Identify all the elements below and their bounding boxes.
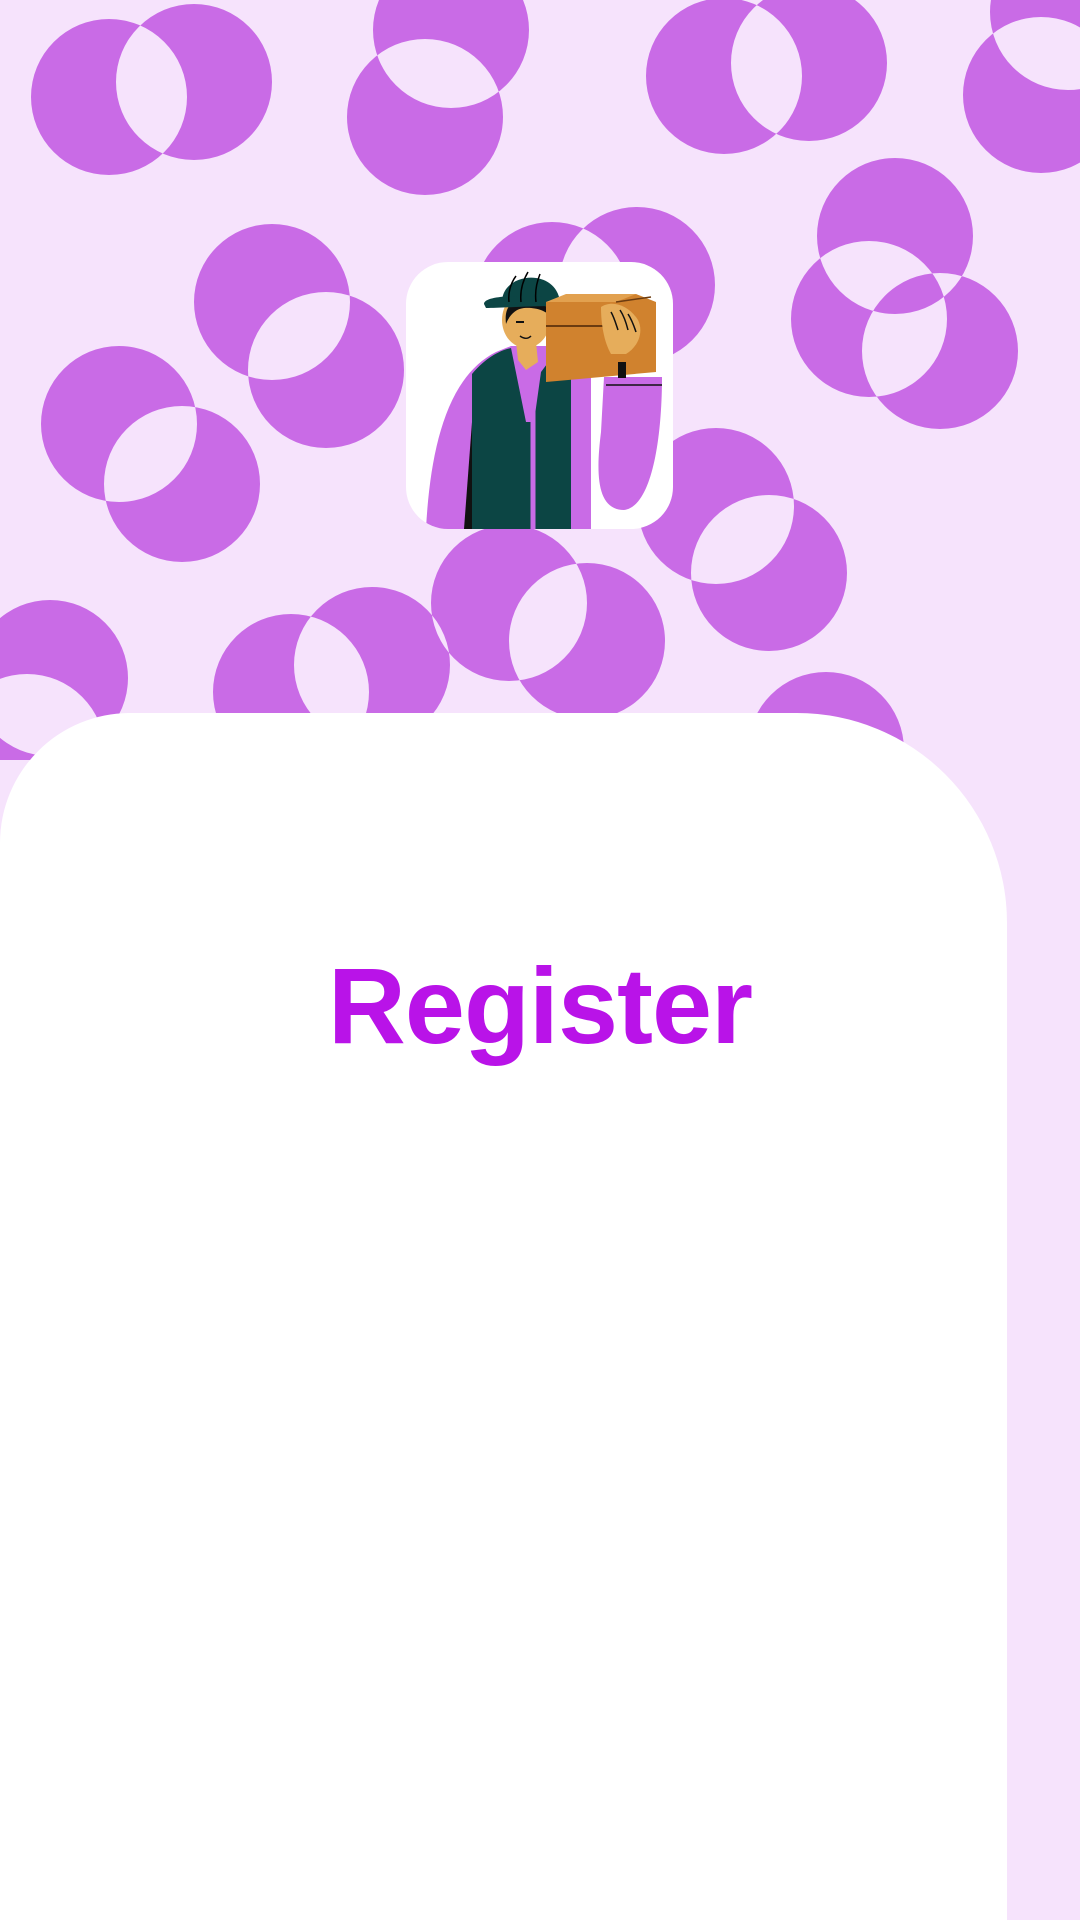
delivery-worker-illustration: [406, 262, 673, 529]
delivery-worker-icon: [426, 271, 662, 529]
register-sheet: [0, 713, 1007, 1920]
page-title: Register: [327, 945, 753, 1067]
